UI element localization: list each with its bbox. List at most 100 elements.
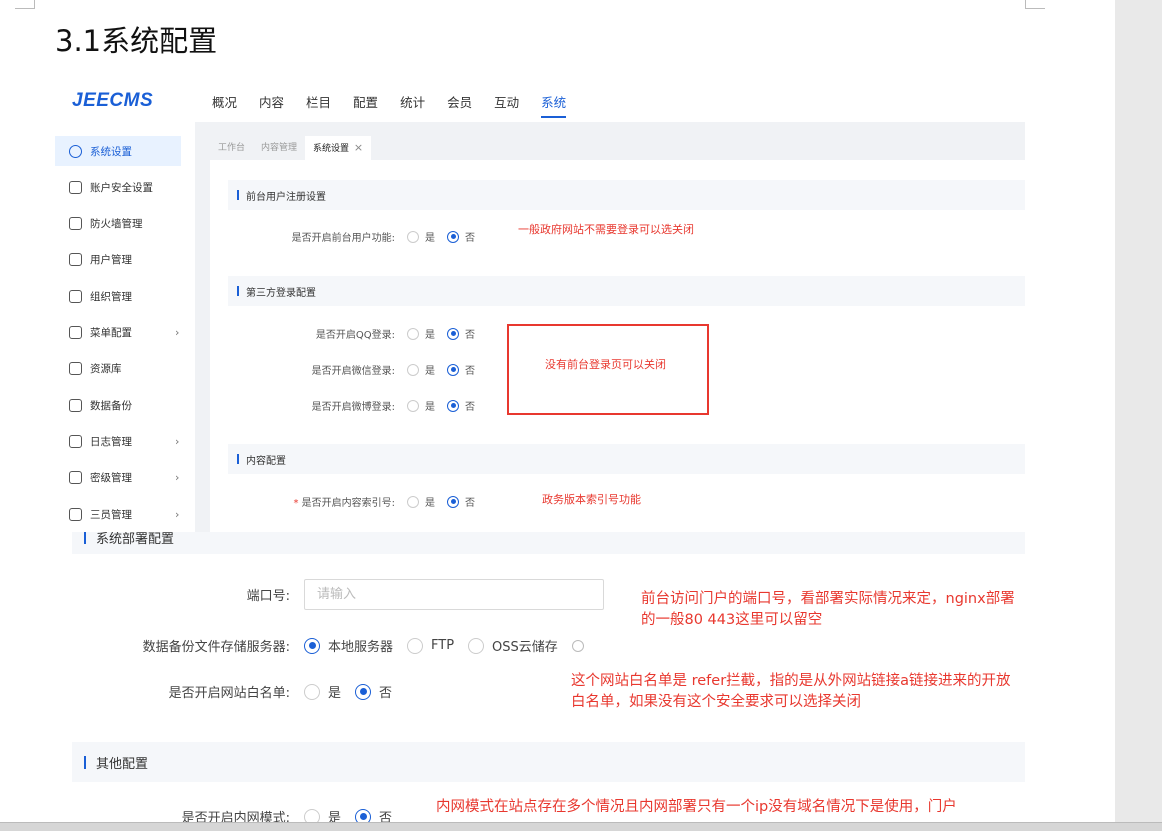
field-label: 是否开启内容索引号: [301, 498, 395, 509]
annotation-frontend-user: 一般政府网站不需要登录可以选关闭 [518, 223, 694, 236]
section-header-register: 前台用户注册设置 [228, 180, 1025, 210]
radio-no[interactable] [447, 495, 459, 508]
radio-ftp[interactable] [407, 637, 424, 654]
field-label: 是否开启QQ登录: [315, 330, 395, 341]
tab-system-settings[interactable]: 系统设置 × [305, 136, 372, 160]
radio-label: 否 [379, 686, 393, 701]
database-icon [69, 398, 82, 412]
radio-label: 是 [425, 402, 435, 413]
section-heading: 3.1系统配置 [55, 24, 218, 58]
form-row-qq: 是否开启QQ登录: 是 否 [210, 326, 475, 341]
section-title: 系统部署配置 [96, 532, 175, 547]
annotation-whitelist: 这个网站白名单是 refer拦截，指的是从外网站链接a链接进来的开放白名单，如果… [571, 673, 1011, 710]
form-row-wechat: 是否开启微信登录: 是 否 [210, 362, 475, 377]
form-row-weibo: 是否开启微博登录: 是 否 [210, 398, 475, 413]
shield-user-icon [69, 180, 82, 194]
radio-no[interactable] [447, 363, 459, 376]
sidebar-item[interactable]: 三员管理 › [55, 499, 181, 529]
section-title: 前台用户注册设置 [246, 191, 326, 203]
radio-yes[interactable] [407, 363, 419, 376]
cms-screenshot-deploy-settings: 系统部署配置 端口号: 请输入 数据备份文件存储服务器: 本地服务器 FTP O… [72, 532, 1025, 822]
radio-label: 是 [425, 233, 435, 244]
radio-yes[interactable] [407, 327, 419, 340]
form-row-port: 端口号: 请输入 [72, 579, 604, 610]
crop-mark [1025, 0, 1045, 9]
radio-label: 否 [465, 498, 475, 509]
radio-local-server[interactable] [304, 637, 320, 654]
radio-yes[interactable] [304, 683, 320, 700]
radio-label: FTP [431, 638, 455, 653]
radio-no[interactable] [447, 230, 459, 243]
tab-workbench[interactable]: 工作台 [210, 136, 253, 160]
section-header-other: 其他配置 [72, 742, 1025, 782]
field-label: 数据备份文件存储服务器: [142, 640, 290, 655]
radio-no[interactable] [355, 683, 372, 700]
nav-item[interactable]: 配置 [353, 92, 378, 111]
top-nav: 概况 内容 栏目 配置 统计 会员 互动 系统 [212, 92, 567, 118]
nav-item[interactable]: 栏目 [306, 92, 331, 111]
users-icon [69, 507, 82, 521]
sidebar-item-label: 防火墙管理 [90, 218, 143, 231]
sidebar-item[interactable]: 系统设置 [55, 136, 181, 166]
radio-yes[interactable] [304, 808, 320, 822]
radio-yes[interactable] [407, 230, 419, 243]
annotation-intranet: 内网模式在站点存在多个情况且内网部署只有一个ip没有域名情况下是使用，门户 [436, 799, 957, 815]
sidebar-item-label: 数据备份 [90, 399, 132, 412]
radio-label: 否 [465, 402, 475, 413]
sidebar: 系统设置 账户安全设置 防火墙管理 用户管理 组织管理 菜单配置 › 资源库 数据备份 日志管理 ›… [55, 122, 195, 532]
radio-no[interactable] [355, 808, 372, 822]
tab-label: 系统设置 [313, 144, 350, 154]
gear-icon [69, 144, 82, 158]
user-icon [69, 253, 82, 267]
sidebar-item-label: 用户管理 [90, 254, 132, 267]
lock-icon [69, 471, 82, 485]
radio-label: 是 [425, 366, 435, 377]
document-page: 3.1系统配置 JEECMS 概况 内容 栏目 配置 统计 会员 互动 系统 系统设置账户安全… [0, 0, 1115, 822]
close-icon[interactable]: × [352, 141, 363, 154]
status-bar [0, 822, 1162, 831]
sidebar-item[interactable]: 用户管理 [55, 245, 181, 275]
crop-mark [15, 0, 35, 9]
org-icon [69, 289, 82, 303]
nav-item[interactable]: 会员 [447, 92, 472, 111]
menu-icon [69, 326, 82, 339]
radio-oss[interactable] [468, 637, 485, 654]
nav-item[interactable]: 系统 [541, 92, 567, 118]
form-row-backup-server: 数据备份文件存储服务器: 本地服务器 FTP OSS云储存 [72, 636, 584, 655]
sidebar-item-label: 密级管理 [90, 472, 132, 485]
sidebar-item-label: 组织管理 [90, 290, 132, 303]
annotation-index-number: 政务版本索引号功能 [542, 493, 641, 506]
nav-item[interactable]: 内容 [259, 92, 284, 111]
radio-label: 否 [379, 811, 393, 822]
sidebar-item[interactable]: 密级管理 › [55, 463, 181, 493]
sidebar-item-label: 三员管理 [90, 508, 132, 521]
sidebar-item[interactable]: 日志管理 › [55, 426, 181, 456]
firewall-icon [69, 217, 82, 231]
sidebar-item[interactable]: 菜单配置 › [55, 318, 181, 348]
sidebar-item[interactable]: 资源库 [55, 354, 181, 384]
port-input[interactable]: 请输入 [304, 579, 604, 610]
radio-no[interactable] [447, 399, 459, 412]
annotation-port: 前台访问门户的端口号，看部署实际情况来定，nginx部署的一般80 443这里可… [641, 591, 1015, 628]
logo: JEECMS [72, 90, 154, 111]
tab-content-management[interactable]: 内容管理 [253, 136, 305, 160]
radio-no[interactable] [447, 327, 459, 340]
radio-yes[interactable] [407, 399, 419, 412]
chevron-right-icon: › [175, 471, 180, 485]
info-icon[interactable] [571, 639, 584, 652]
nav-item[interactable]: 互动 [494, 92, 519, 111]
nav-item[interactable]: 概况 [212, 92, 237, 111]
radio-label: 否 [465, 330, 475, 341]
radio-yes[interactable] [407, 495, 419, 508]
field-label: 是否开启内网模式: [181, 811, 290, 822]
field-label: 是否开启前台用户功能: [291, 233, 395, 244]
radio-label: OSS云储存 [492, 640, 558, 655]
sidebar-item-label: 菜单配置 [90, 327, 132, 339]
nav-item[interactable]: 统计 [400, 92, 425, 111]
sidebar-item[interactable]: 组织管理 [55, 281, 181, 311]
sidebar-item[interactable]: 账户安全设置 [55, 172, 181, 202]
sidebar-item[interactable]: 防火墙管理 [55, 209, 181, 239]
sidebar-item-label: 系统设置 [90, 145, 132, 158]
radio-label: 否 [465, 366, 475, 377]
sidebar-item[interactable]: 数据备份 [55, 390, 181, 420]
